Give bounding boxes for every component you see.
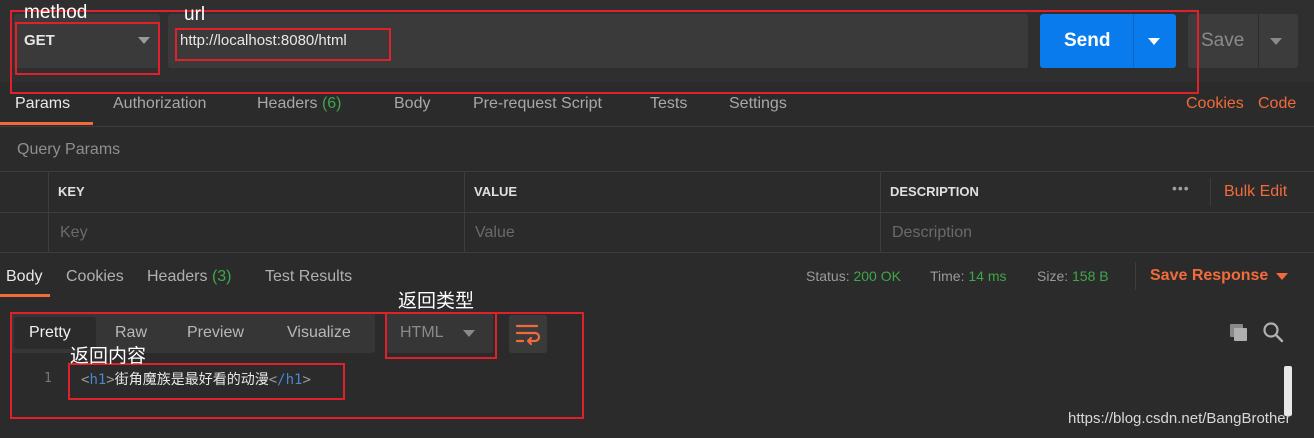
meta-divider bbox=[1135, 262, 1136, 290]
response-tab-cookies[interactable]: Cookies bbox=[66, 268, 124, 286]
table-col-divider bbox=[464, 171, 465, 253]
annotation-box-content bbox=[68, 363, 345, 400]
vertical-scrollbar[interactable] bbox=[1284, 366, 1292, 416]
watermark: https://blog.csdn.net/BangBrother bbox=[1068, 410, 1291, 427]
more-options-icon[interactable]: ••• bbox=[1172, 180, 1190, 196]
annotation-return-content-label: 返回内容 bbox=[70, 346, 147, 367]
save-response-button[interactable]: Save Response bbox=[1150, 267, 1268, 285]
time-label: Time: bbox=[930, 268, 965, 284]
table-top-border bbox=[0, 171, 1314, 172]
size-value: 158 B bbox=[1072, 268, 1109, 284]
tab-authorization[interactable]: Authorization bbox=[113, 95, 206, 113]
active-response-tab-underline bbox=[0, 294, 50, 297]
table-action-divider bbox=[1210, 178, 1211, 206]
description-input[interactable]: Description bbox=[892, 224, 972, 242]
status-readout: Status: 200 OK bbox=[806, 268, 901, 284]
tabs-divider bbox=[0, 126, 1314, 127]
value-input[interactable]: Value bbox=[475, 224, 515, 242]
copy-icon[interactable] bbox=[1228, 322, 1250, 349]
search-icon[interactable] bbox=[1262, 321, 1284, 348]
key-input[interactable]: Key bbox=[60, 224, 88, 242]
tab-body[interactable]: Body bbox=[394, 95, 430, 113]
response-tab-test-results[interactable]: Test Results bbox=[265, 268, 352, 286]
active-tab-underline bbox=[0, 122, 93, 125]
save-button-label: Save bbox=[1201, 30, 1245, 51]
save-divider bbox=[1258, 14, 1259, 68]
annotation-box-url bbox=[175, 28, 391, 61]
response-tab-headers[interactable]: Headers (3) bbox=[147, 268, 232, 286]
tab-headers[interactable]: Headers (6) bbox=[257, 95, 342, 113]
column-header-key: KEY bbox=[58, 184, 85, 199]
response-tab-headers-label: Headers bbox=[147, 268, 208, 285]
annotation-method-label: method bbox=[24, 2, 88, 23]
status-label: Status: bbox=[806, 268, 850, 284]
annotation-box-method bbox=[15, 22, 160, 75]
tab-tests[interactable]: Tests bbox=[650, 95, 687, 113]
size-label: Size: bbox=[1037, 268, 1069, 284]
table-col-divider bbox=[48, 171, 49, 253]
annotation-return-type-label: 返回类型 bbox=[398, 291, 475, 312]
tab-settings[interactable]: Settings bbox=[729, 95, 787, 113]
copy-icon-svg bbox=[1230, 324, 1247, 341]
save-options-chevron-icon[interactable] bbox=[1270, 38, 1282, 45]
bulk-edit-link[interactable]: Bulk Edit bbox=[1224, 183, 1287, 201]
code-link[interactable]: Code bbox=[1258, 95, 1296, 113]
column-header-value: VALUE bbox=[474, 184, 518, 199]
save-response-chevron-icon[interactable] bbox=[1276, 273, 1288, 280]
column-header-description: DESCRIPTION bbox=[890, 184, 979, 199]
tab-pre-request-script[interactable]: Pre-request Script bbox=[473, 95, 602, 113]
time-value: 14 ms bbox=[968, 268, 1007, 284]
search-icon-svg bbox=[1263, 322, 1284, 343]
response-tab-body[interactable]: Body bbox=[6, 268, 42, 286]
tab-headers-count: (6) bbox=[321, 95, 342, 112]
time-readout: Time: 14 ms bbox=[930, 268, 1007, 284]
annotation-url-label: url bbox=[184, 4, 206, 25]
status-value: 200 OK bbox=[853, 268, 901, 284]
cookies-link[interactable]: Cookies bbox=[1186, 95, 1244, 113]
response-tab-headers-count: (3) bbox=[211, 268, 232, 285]
tab-params[interactable]: Params bbox=[15, 95, 70, 113]
tab-headers-label: Headers bbox=[257, 95, 318, 112]
table-row-border bbox=[0, 212, 1314, 213]
table-bottom-border bbox=[0, 252, 1314, 253]
size-readout: Size: 158 B bbox=[1037, 268, 1109, 284]
query-params-title: Query Params bbox=[17, 141, 121, 158]
table-col-divider bbox=[880, 171, 881, 253]
